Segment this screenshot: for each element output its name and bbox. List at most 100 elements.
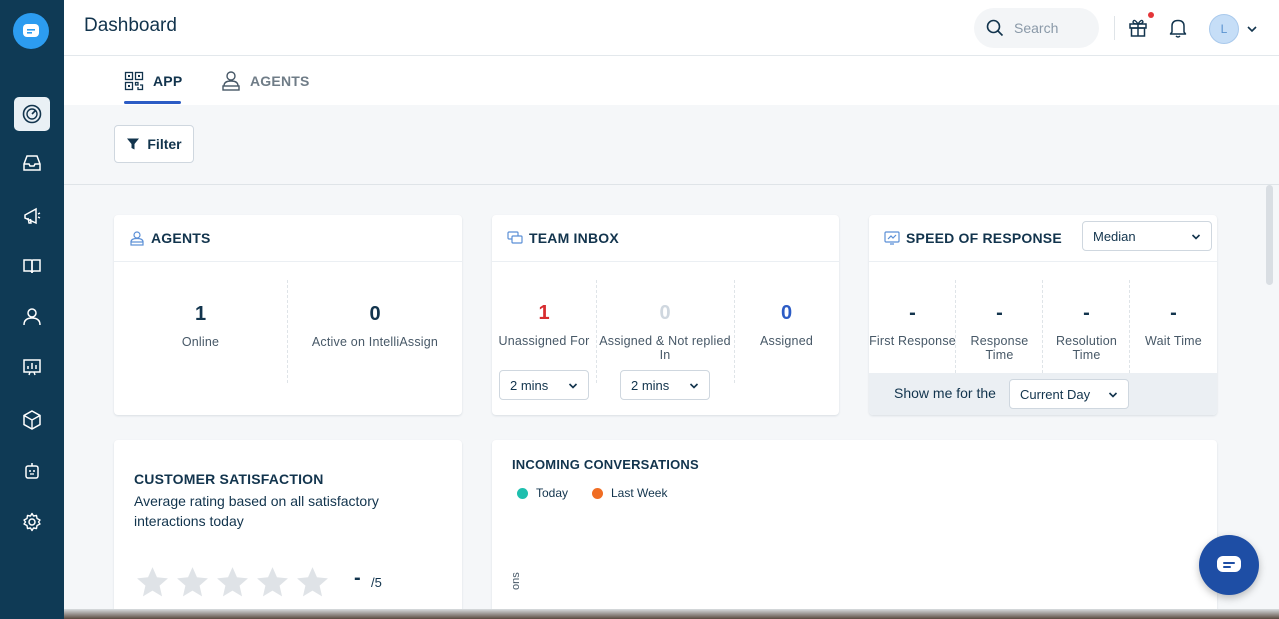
- metric-label: Assigned & Not replied In: [599, 334, 731, 362]
- chevron-down-icon: [568, 383, 578, 389]
- sidebar-item-campaigns[interactable]: [14, 199, 50, 233]
- select-value: 2 mins: [510, 377, 549, 393]
- metric-value: 0: [659, 302, 671, 324]
- sidebar-item-reports[interactable]: [14, 350, 50, 384]
- chat-widget-button[interactable]: [1199, 535, 1259, 595]
- metric-label: First Response: [869, 334, 956, 348]
- csat-title: CUSTOMER SATISFACTION: [134, 471, 324, 487]
- bot-icon: [25, 463, 39, 479]
- time-range-select[interactable]: Current Day: [1009, 379, 1129, 409]
- agent-icon: [222, 70, 240, 91]
- filter-bar: Filter: [64, 105, 1279, 185]
- star-icon: [297, 567, 328, 597]
- not-replied-duration-select[interactable]: 2 mins: [620, 370, 710, 400]
- metric-label: Assigned: [759, 334, 814, 348]
- rating-stars: [134, 564, 331, 601]
- star-icon: [177, 567, 208, 597]
- time-range-strip: Show me for the Current Day: [869, 373, 1217, 415]
- team-inbox-card: TEAM INBOX 1 Unassigned For 0 Assigned &…: [492, 215, 839, 415]
- agents-card-title: AGENTS: [151, 230, 211, 246]
- metric-first-response: - First Response: [869, 301, 956, 348]
- search-box[interactable]: [974, 8, 1099, 48]
- viewport-bottom-edge: [64, 609, 1279, 619]
- csat-rating-max: /5: [371, 575, 382, 590]
- metric-assigned-not-replied: 0 Assigned & Not replied In: [596, 301, 734, 362]
- team-inbox-card-title: TEAM INBOX: [529, 230, 619, 246]
- scrollbar[interactable]: [1266, 185, 1273, 285]
- metric-unassigned: 1 Unassigned For: [492, 301, 596, 348]
- star-icon: [217, 567, 248, 597]
- sidebar-item-inbox[interactable]: [14, 146, 50, 180]
- reports-icon: [23, 359, 41, 376]
- filter-icon: [127, 138, 140, 150]
- app-logo[interactable]: [13, 13, 49, 49]
- metric-active-intelliassign: 0 Active on IntelliAssign: [288, 302, 462, 349]
- dashboard-icon: [22, 104, 42, 124]
- team-inbox-card-header: TEAM INBOX: [492, 215, 839, 262]
- metric-response-time: - Response Time: [956, 301, 1043, 362]
- notification-dot: [1148, 12, 1154, 18]
- settings-icon: [23, 512, 41, 532]
- select-value: 2 mins: [631, 377, 670, 393]
- chat-logo-icon: [23, 24, 39, 37]
- filter-button[interactable]: Filter: [114, 125, 194, 163]
- metric-value: -: [909, 302, 916, 324]
- contacts-icon: [23, 308, 41, 326]
- metric-label: Online: [181, 335, 220, 349]
- metric-label: Response Time: [970, 334, 1029, 362]
- conversations-icon: [507, 231, 523, 244]
- unassigned-duration-select[interactable]: 2 mins: [499, 370, 589, 400]
- legend-dot: [592, 488, 603, 500]
- sidebar-item-dashboard[interactable]: [14, 97, 50, 131]
- metric-value: -: [1083, 302, 1090, 324]
- sidebar-item-apps[interactable]: [14, 403, 50, 437]
- csat-description: Average rating based on all satisfactory…: [134, 493, 379, 529]
- sidebar-item-settings[interactable]: [14, 505, 50, 539]
- star-icon: [137, 567, 168, 597]
- agent-icon: [130, 231, 144, 246]
- legend-today: Today: [517, 486, 568, 500]
- speed-of-response-card: SPEED OF RESPONSE Median - First Respons…: [869, 215, 1217, 415]
- sidebar: [0, 0, 64, 619]
- legend-label: Today: [536, 486, 569, 500]
- agents-card: AGENTS 1 Online 0 Active on IntelliAssig…: [114, 215, 462, 415]
- metric-label: Wait Time: [1145, 334, 1202, 348]
- tab-app[interactable]: APP: [124, 56, 182, 105]
- chevron-down-icon[interactable]: [1246, 23, 1258, 35]
- metric-value: 0: [369, 303, 381, 325]
- metric-label: Active on IntelliAssign: [311, 335, 439, 349]
- sidebar-item-bots[interactable]: [14, 454, 50, 488]
- header-divider: [1114, 16, 1115, 40]
- sidebar-item-contacts[interactable]: [14, 300, 50, 334]
- customer-satisfaction-card: CUSTOMER SATISFACTION Average rating bas…: [114, 440, 462, 615]
- tab-app-label: APP: [153, 72, 183, 89]
- legend-dot: [517, 488, 528, 500]
- avatar[interactable]: L: [1209, 14, 1239, 44]
- metric-value: 1: [194, 303, 207, 325]
- csat-rating-value: -: [354, 567, 361, 589]
- select-value: Current Day: [1020, 386, 1091, 402]
- legend-label: Last Week: [611, 486, 668, 500]
- incoming-conversations-card: INCOMING CONVERSATIONS Today Last Week o…: [492, 440, 1217, 615]
- knowledge-base-icon: [23, 259, 41, 274]
- aggregation-select[interactable]: Median: [1082, 221, 1212, 251]
- metric-online: 1 Online: [114, 302, 287, 349]
- sidebar-item-knowledge-base[interactable]: [14, 249, 50, 283]
- active-tab-indicator: [124, 101, 181, 104]
- incoming-title: INCOMING CONVERSATIONS: [512, 457, 699, 472]
- monitor-icon: [884, 231, 900, 245]
- search-input[interactable]: [1014, 20, 1094, 36]
- tab-bar: APP AGENTS: [64, 56, 1279, 105]
- inbox-icon: [23, 155, 41, 171]
- tab-agents[interactable]: AGENTS: [221, 56, 310, 105]
- bell-icon[interactable]: [1168, 17, 1188, 39]
- apps-icon: [23, 410, 41, 430]
- tab-agents-label: AGENTS: [250, 72, 310, 89]
- metric-value: 1: [538, 302, 550, 324]
- legend-last-week: Last Week: [592, 486, 667, 500]
- chevron-down-icon: [1191, 234, 1201, 240]
- metric-label: Unassigned For: [498, 334, 590, 348]
- metric-wait-time: - Wait Time: [1130, 301, 1217, 348]
- metric-value: 0: [780, 302, 793, 324]
- gift-icon[interactable]: [1127, 16, 1149, 38]
